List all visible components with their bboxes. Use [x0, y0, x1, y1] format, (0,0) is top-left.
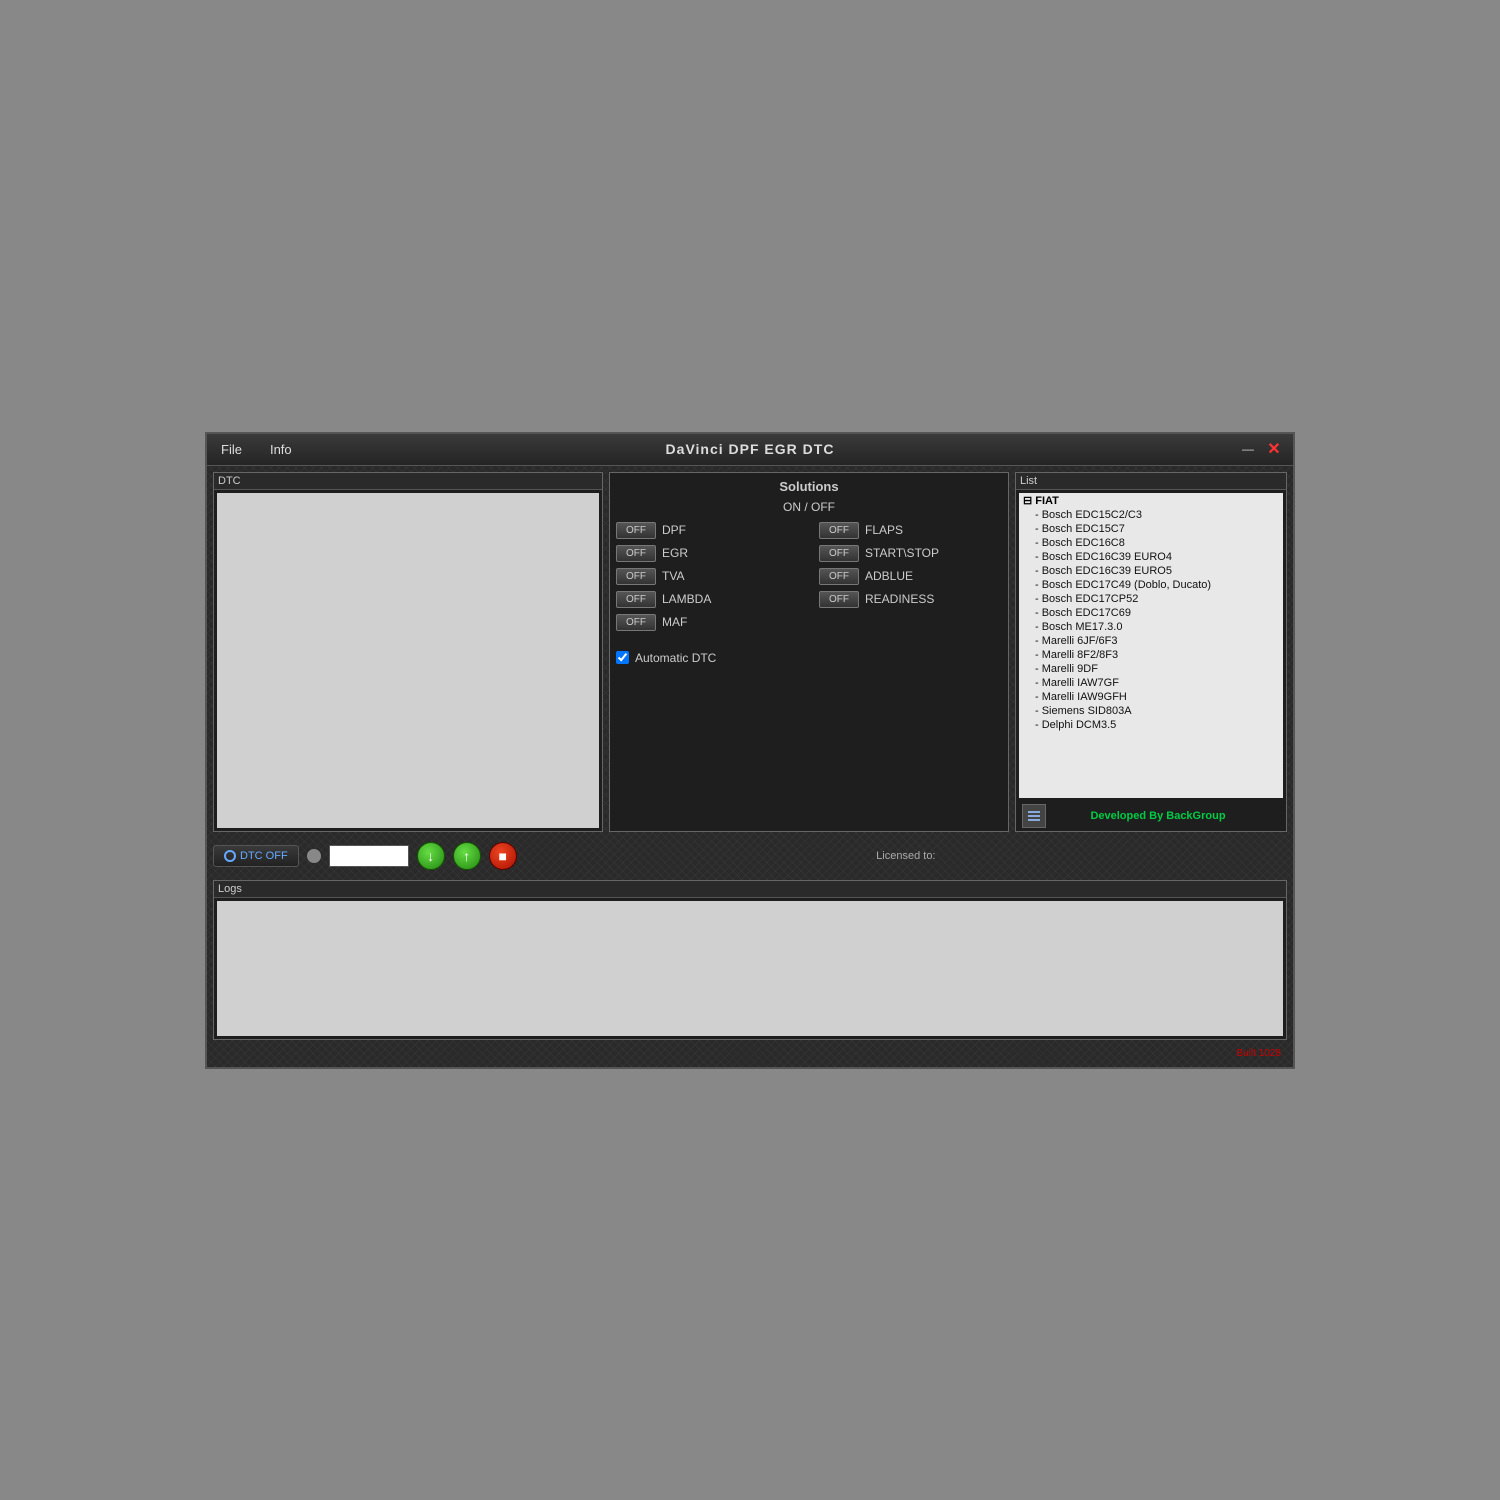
list-item[interactable]: - Marelli 6JF/6F3	[1019, 634, 1283, 648]
window-title: DaVinci DPF EGR DTC	[666, 441, 835, 457]
list-item[interactable]: - Bosch ME17.3.0	[1019, 620, 1283, 634]
list-item[interactable]: - Marelli 8F2/8F3	[1019, 648, 1283, 662]
menu-bar: File Info	[215, 440, 298, 459]
dtc-list[interactable]	[217, 493, 599, 828]
list-item[interactable]: - Bosch EDC17CP52	[1019, 592, 1283, 606]
toggle-startstop-label: START\STOP	[865, 546, 939, 560]
toggle-maf-btn[interactable]: OFF	[616, 614, 656, 631]
download-button[interactable]: ↓	[417, 842, 445, 870]
dtc-panel: DTC	[213, 472, 603, 832]
list-item[interactable]: - Delphi DCM3.5	[1019, 718, 1283, 732]
download-icon: ↓	[427, 848, 434, 864]
logs-label: Logs	[214, 881, 1286, 898]
toggle-startstop: OFF START\STOP	[819, 545, 1002, 562]
close-button[interactable]: ✕	[1263, 440, 1285, 458]
menu-info[interactable]: Info	[264, 440, 298, 459]
toggle-adblue: OFF ADBLUE	[819, 568, 1002, 585]
dtc-label: DTC	[214, 473, 602, 490]
menu-file[interactable]: File	[215, 440, 248, 459]
list-item[interactable]: - Bosch EDC17C49 (Doblo, Ducato)	[1019, 578, 1283, 592]
list-item[interactable]: - Bosch EDC16C8	[1019, 536, 1283, 550]
list-item[interactable]: - Bosch EDC17C69	[1019, 606, 1283, 620]
list-item[interactable]: - Bosch EDC16C39 EURO5	[1019, 564, 1283, 578]
stop-button[interactable]: ■	[489, 842, 517, 870]
licensed-to-text: Licensed to:	[525, 850, 1287, 862]
list-item[interactable]: - Bosch EDC16C39 EURO4	[1019, 550, 1283, 564]
list-item[interactable]: - Marelli IAW9GFH	[1019, 690, 1283, 704]
top-row: DTC Solutions ON / OFF OFF DPF OFF	[213, 472, 1287, 832]
toggle-flaps-label: FLAPS	[865, 523, 903, 537]
toggle-tva: OFF TVA	[616, 568, 799, 585]
toggle-tva-btn[interactable]: OFF	[616, 568, 656, 585]
toggle-lambda: OFF LAMBDA	[616, 591, 799, 608]
dtc-off-button[interactable]: DTC OFF	[213, 845, 299, 867]
list-footer: Developed By BackGroup	[1016, 801, 1286, 831]
toggle-egr-label: EGR	[662, 546, 688, 560]
toggle-startstop-btn[interactable]: OFF	[819, 545, 859, 562]
toggle-adblue-label: ADBLUE	[865, 569, 913, 583]
right-toggles: OFF FLAPS OFF START\STOP OFF ADBLUE OF	[819, 522, 1002, 637]
list-content[interactable]: ⊟ FIAT - Bosch EDC15C2/C3 - Bosch EDC15C…	[1019, 493, 1283, 798]
toggle-egr: OFF EGR	[616, 545, 799, 562]
developed-by-text: Developed By BackGroup	[1090, 810, 1225, 822]
tree-expand-icon: ⊟	[1023, 495, 1035, 507]
toggle-flaps: OFF FLAPS	[819, 522, 1002, 539]
toggle-dpf-label: DPF	[662, 523, 686, 537]
power-icon	[224, 850, 236, 862]
upload-button[interactable]: ↑	[453, 842, 481, 870]
build-info: Built 1028	[213, 1046, 1287, 1061]
value-input[interactable]	[329, 845, 409, 867]
toggle-adblue-btn[interactable]: OFF	[819, 568, 859, 585]
status-indicator	[307, 849, 321, 863]
window-controls: — ✕	[1237, 440, 1285, 458]
logs-content[interactable]	[217, 901, 1283, 1036]
toggle-readiness-btn[interactable]: OFF	[819, 591, 859, 608]
toggle-readiness: OFF READINESS	[819, 591, 1002, 608]
toggle-dpf: OFF DPF	[616, 522, 799, 539]
auto-dtc-label[interactable]: Automatic DTC	[635, 651, 716, 665]
toggle-lambda-label: LAMBDA	[662, 592, 711, 606]
toggle-tva-label: TVA	[662, 569, 684, 583]
tree-group-fiat[interactable]: ⊟ FIAT	[1019, 493, 1283, 508]
app-window: File Info DaVinci DPF EGR DTC — ✕ DTC So…	[205, 432, 1295, 1069]
toggle-dpf-btn[interactable]: OFF	[616, 522, 656, 539]
solutions-title: Solutions	[616, 479, 1002, 494]
list-item[interactable]: - Siemens SID803A	[1019, 704, 1283, 718]
toggle-readiness-label: READINESS	[865, 592, 934, 606]
on-off-header: ON / OFF	[616, 500, 1002, 514]
list-item[interactable]: - Bosch EDC15C2/C3	[1019, 508, 1283, 522]
list-item[interactable]: - Bosch EDC15C7	[1019, 522, 1283, 536]
solutions-panel: Solutions ON / OFF OFF DPF OFF EGR	[609, 472, 1009, 832]
list-label: List	[1016, 473, 1286, 490]
controls-row: DTC OFF ↓ ↑ ■ Licensed to:	[213, 838, 1287, 874]
minimize-button[interactable]: —	[1237, 440, 1259, 458]
toggle-maf-label: MAF	[662, 615, 687, 629]
list-item[interactable]: - Marelli IAW7GF	[1019, 676, 1283, 690]
auto-dtc-row: Automatic DTC	[616, 651, 1002, 665]
title-bar: File Info DaVinci DPF EGR DTC — ✕	[207, 434, 1293, 466]
main-content: DTC Solutions ON / OFF OFF DPF OFF	[207, 466, 1293, 1067]
toggle-flaps-btn[interactable]: OFF	[819, 522, 859, 539]
toggle-maf: OFF MAF	[616, 614, 799, 631]
toggle-lambda-btn[interactable]: OFF	[616, 591, 656, 608]
upload-icon: ↑	[463, 848, 470, 864]
logs-panel: Logs	[213, 880, 1287, 1040]
list-panel: List ⊟ FIAT - Bosch EDC15C2/C3 - Bosch E…	[1015, 472, 1287, 832]
left-toggles: OFF DPF OFF EGR OFF TVA OFF	[616, 522, 799, 637]
stop-icon: ■	[498, 848, 506, 864]
auto-dtc-checkbox[interactable]	[616, 651, 629, 664]
toggle-egr-btn[interactable]: OFF	[616, 545, 656, 562]
list-item[interactable]: - Marelli 9DF	[1019, 662, 1283, 676]
dtc-off-label: DTC OFF	[240, 850, 288, 862]
list-icon[interactable]	[1022, 804, 1046, 828]
